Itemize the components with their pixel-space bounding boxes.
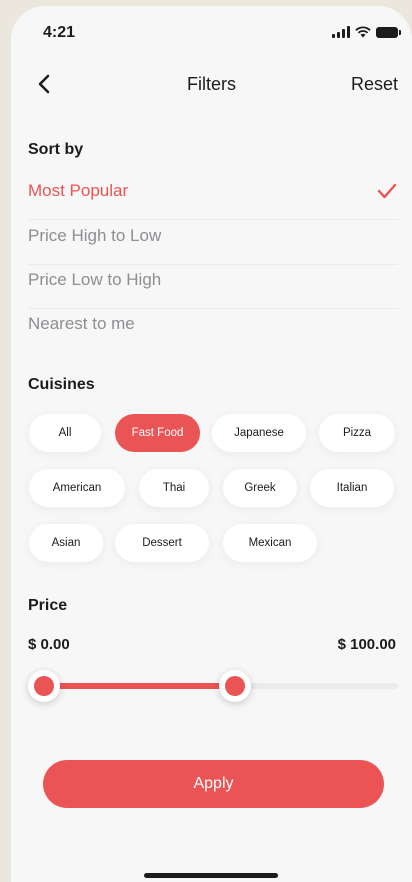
price-max-label: $ 100.00	[337, 636, 396, 653]
status-bar: 4:21	[11, 24, 412, 48]
sort-option-label: Nearest to me	[28, 314, 135, 333]
home-indicator	[144, 873, 278, 878]
nav-bar: Filters Reset	[11, 70, 412, 100]
chip-japanese[interactable]: Japanese	[212, 414, 306, 452]
sort-option-price-low-to-high[interactable]: Price Low to High	[28, 265, 398, 309]
wifi-icon	[355, 26, 371, 38]
price-section-title: Price	[28, 597, 68, 614]
price-range-fill	[44, 683, 236, 689]
phone-screen: 4:21 Filters Reset Sort by Most Popular	[11, 6, 412, 882]
price-range-slider[interactable]	[28, 670, 398, 702]
sort-option-most-popular[interactable]: Most Popular	[28, 176, 398, 220]
status-time: 4:21	[43, 24, 76, 41]
reset-button[interactable]: Reset	[351, 74, 398, 95]
sort-option-price-high-to-low[interactable]: Price High to Low	[28, 221, 398, 265]
price-min-label: $ 0.00	[28, 636, 70, 653]
chip-pizza[interactable]: Pizza	[319, 414, 395, 452]
chip-american[interactable]: American	[29, 469, 125, 507]
chip-dessert[interactable]: Dessert	[115, 524, 209, 562]
sort-option-label: Price High to Low	[28, 226, 162, 245]
sort-option-label: Price Low to High	[28, 270, 162, 289]
chip-mexican[interactable]: Mexican	[223, 524, 317, 562]
status-icons	[332, 26, 401, 38]
battery-icon	[376, 27, 401, 38]
chip-thai[interactable]: Thai	[139, 469, 209, 507]
chip-all[interactable]: All	[29, 414, 101, 452]
cellular-signal-icon	[332, 26, 350, 38]
price-max-handle[interactable]	[219, 670, 252, 702]
apply-button[interactable]: Apply	[43, 760, 384, 808]
chip-italian[interactable]: Italian	[310, 469, 394, 507]
chip-fast-food[interactable]: Fast Food	[115, 414, 200, 452]
cuisines-section-title: Cuisines	[28, 376, 95, 393]
sort-option-label: Most Popular	[28, 181, 129, 200]
chip-greek[interactable]: Greek	[223, 469, 297, 507]
sort-section-title: Sort by	[28, 141, 84, 158]
price-min-handle[interactable]	[28, 670, 60, 702]
checkmark-icon	[377, 183, 397, 199]
chip-asian[interactable]: Asian	[29, 524, 103, 562]
sort-option-nearest[interactable]: Nearest to me	[28, 309, 398, 353]
